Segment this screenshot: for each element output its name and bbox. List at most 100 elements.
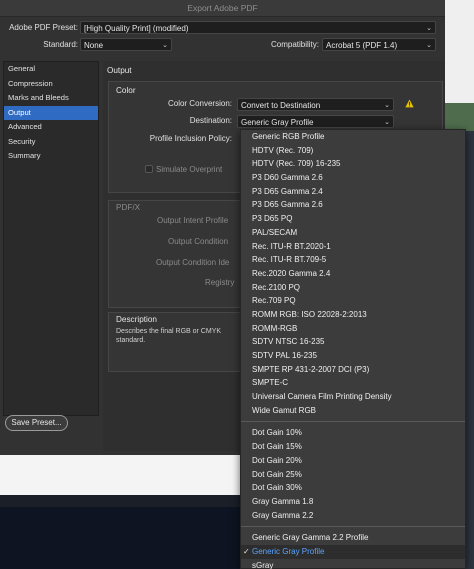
menu-item-label: P3 D65 Gamma 2.4 [252, 186, 323, 196]
profile-inclusion-label: Profile Inclusion Policy: [149, 134, 232, 143]
menu-item-label: SDTV PAL 16-235 [252, 351, 317, 360]
sidebar-item-summary[interactable]: Summary [4, 149, 98, 164]
destination-profile-menu: Generic RGB Profile HDTV (Rec. 709) HDTV (… [240, 129, 466, 569]
menu-item-label: SDTV NTSC 16-235 [252, 337, 325, 347]
menu-item-profile[interactable]: P3 D65 Gamma 2.4 [241, 185, 465, 199]
color-group-title: Color [116, 86, 136, 95]
destination-select[interactable]: Generic Gray Profile ⌄ [237, 115, 394, 128]
menu-item-profile[interactable]: SMPTE-C [241, 376, 465, 390]
menu-item-label: Rec. ITU-R BT.2020-1 [252, 241, 331, 251]
menu-item-label: Generic Gray Profile [252, 546, 325, 556]
menu-item-profile[interactable]: SDTV PAL 16-235 [241, 349, 465, 363]
background-window-edge-green [445, 103, 474, 131]
output-intent-profile-label: Output Intent Profile [157, 216, 229, 225]
background-window-edge [445, 0, 474, 103]
menu-item-profile[interactable]: P3 D60 Gamma 2.6 [241, 171, 465, 185]
sidebar-item-security[interactable]: Security [4, 135, 98, 150]
menu-item-profile[interactable]: Dot Gain 20% [241, 454, 465, 468]
menu-item-label: Rec.2020 Gamma 2.4 [252, 268, 331, 278]
standard-select[interactable]: None ⌄ [80, 38, 172, 51]
menu-item-profile[interactable]: HDTV (Rec. 709) 16-235 [241, 157, 465, 171]
preset-label: Adobe PDF Preset: [9, 23, 78, 32]
menu-item-label: Universal Camera Film Printing Density [252, 392, 392, 402]
menu-item-profile[interactable]: PAL/SECAM [241, 226, 465, 240]
menu-item-label: P3 D65 PQ [252, 214, 293, 224]
menu-item-profile[interactable]: Gray Gamma 2.2 [241, 509, 465, 523]
menu-item-label: HDTV (Rec. 709) [252, 145, 314, 155]
menu-item-label: Rec. ITU-R BT.709-5 [252, 255, 327, 265]
simulate-overprint-checkbox[interactable] [145, 165, 153, 173]
checkmark-icon: ✓ [243, 546, 250, 556]
menu-item-label: SMPTE-C [252, 378, 288, 388]
preset-value: [High Quality Print] (modified) [84, 24, 189, 33]
sidebar-item-general[interactable]: General [4, 62, 98, 77]
destination-label: Destination: [189, 116, 232, 125]
menu-item-profile[interactable]: Rec.709 PQ [241, 294, 465, 308]
menu-item-profile[interactable]: Generic Gray Gamma 2.2 Profile [241, 531, 465, 545]
menu-item-label: Gray Gamma 1.8 [252, 496, 314, 506]
menu-item-profile[interactable]: Rec.2100 PQ [241, 281, 465, 295]
warning-triangle-icon [405, 99, 414, 108]
menu-item-label: PAL/SECAM [252, 227, 298, 237]
chevron-updown-icon: ⌄ [162, 42, 168, 49]
simulate-overprint-label: Simulate Overprint [156, 165, 223, 174]
menu-item-label: Rec.709 PQ [252, 296, 296, 306]
output-condition-label: Output Condition [168, 237, 229, 246]
menu-item-label: Dot Gain 15% [252, 442, 302, 452]
menu-item-profile[interactable]: HDTV (Rec. 709) [241, 144, 465, 158]
color-conversion-value: Convert to Destination [241, 101, 321, 110]
sidebar-item-marks-and-bleeds[interactable]: Marks and Bleeds [4, 91, 98, 106]
menu-item-profile[interactable]: P3 D65 Gamma 2.6 [241, 198, 465, 212]
compatibility-value: Acrobat 5 (PDF 1.4) [326, 41, 398, 50]
menu-item-profile[interactable]: ROMM-RGB [241, 322, 465, 336]
chevron-updown-icon: ⌄ [384, 102, 390, 109]
menu-item-label: P3 D65 Gamma 2.6 [252, 200, 323, 210]
background-strip [0, 495, 240, 507]
registry-label: Registry [205, 278, 235, 287]
sidebar-item-output[interactable]: Output [4, 105, 98, 120]
menu-separator [241, 526, 465, 528]
menu-item-label: Generic RGB Profile [252, 132, 325, 141]
menu-item-label: P3 D60 Gamma 2.6 [252, 173, 323, 183]
menu-separator [241, 421, 465, 423]
menu-item-profile[interactable]: Dot Gain 15% [241, 440, 465, 454]
sidebar-item-advanced[interactable]: Advanced [4, 120, 98, 135]
menu-item-profile[interactable]: P3 D65 PQ [241, 212, 465, 226]
menu-item-profile[interactable]: Rec.2020 Gamma 2.4 [241, 267, 465, 281]
standard-label: Standard: [43, 40, 78, 49]
pdfx-group-title: PDF/X [116, 203, 141, 212]
menu-item-label: Dot Gain 20% [252, 455, 302, 465]
preset-select[interactable]: [High Quality Print] (modified) ⌄ [80, 21, 436, 34]
chevron-updown-icon: ⌄ [426, 25, 432, 32]
menu-item-profile[interactable]: ✓ Generic Gray Profile [241, 544, 465, 559]
menu-item-label: sGray [252, 560, 274, 569]
description-text: Describes the final RGB or CMYK standard… [116, 328, 222, 344]
menu-item-profile[interactable]: SMPTE RP 431-2-2007 DCI (P3) [241, 363, 465, 377]
menu-item-profile[interactable]: Universal Camera Film Printing Density [241, 390, 465, 404]
save-preset-button[interactable]: Save Preset... [5, 415, 68, 431]
menu-item-label: Dot Gain 25% [252, 469, 302, 479]
menu-item-profile[interactable]: sGray [241, 559, 465, 569]
menu-item-profile[interactable]: SDTV NTSC 16-235 [241, 335, 465, 349]
background-document-area [0, 455, 240, 495]
menu-item-profile[interactable]: Rec. ITU-R BT.709-5 [241, 253, 465, 267]
menu-item-profile[interactable]: Gray Gamma 1.8 [241, 495, 465, 509]
menu-item-profile[interactable]: Generic RGB Profile [241, 130, 465, 144]
compatibility-select[interactable]: Acrobat 5 (PDF 1.4) ⌄ [322, 38, 436, 51]
menu-item-profile[interactable]: Dot Gain 25% [241, 468, 465, 482]
compatibility-label: Compatibility: [270, 40, 319, 49]
sidebar-item-compression[interactable]: Compression [4, 77, 98, 92]
menu-item-profile[interactable]: Dot Gain 10% [241, 426, 465, 440]
destination-value: Generic Gray Profile [241, 118, 314, 127]
menu-item-profile[interactable]: Rec. ITU-R BT.2020-1 [241, 240, 465, 254]
menu-item-profile[interactable]: Wide Gamut RGB [241, 404, 465, 418]
color-conversion-label: Color Conversion: [167, 99, 232, 108]
description-title: Description [116, 315, 157, 324]
menu-item-label: ROMM-RGB [252, 323, 298, 333]
menu-item-label: Wide Gamut RGB [252, 405, 317, 415]
menu-item-label: ROMM RGB: ISO 22028-2:2013 [252, 309, 367, 319]
background-image-area [0, 507, 240, 569]
menu-item-profile[interactable]: Dot Gain 30% [241, 481, 465, 495]
color-conversion-select[interactable]: Convert to Destination ⌄ [237, 98, 394, 111]
menu-item-profile[interactable]: ROMM RGB: ISO 22028-2:2013 [241, 308, 465, 322]
